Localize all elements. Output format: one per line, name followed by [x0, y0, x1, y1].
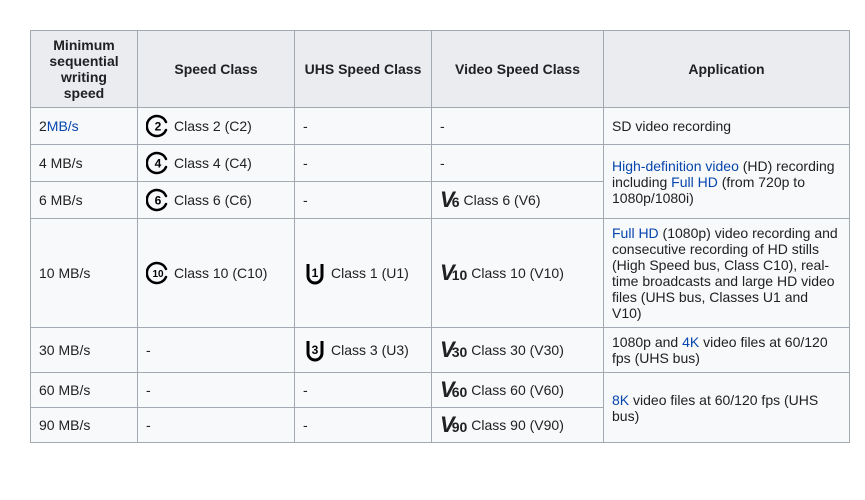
speed-class-table: Minimum sequential writing speed Speed C…	[30, 30, 850, 443]
cell-speed-class: -	[138, 373, 295, 408]
cell-video: V6 Class 6 (V6)	[432, 182, 604, 219]
v6-icon: V6	[440, 189, 459, 211]
u1-icon: 1	[303, 261, 327, 285]
cell-video: V10 Class 10 (V10)	[432, 219, 604, 328]
table-row: 4 MB/s 4 Class 4 (C4) - - High-definitio…	[31, 145, 850, 182]
header-min-speed: Minimum sequential writing speed	[31, 31, 138, 108]
cell-min-speed: 2MB/s	[31, 108, 138, 145]
speed-unit: MB/s	[47, 192, 83, 208]
v60-icon: V60	[440, 379, 467, 401]
class-label: Class 6 (V6)	[463, 192, 540, 208]
cell-min-speed: 4 MB/s	[31, 145, 138, 182]
speed-unit: MB/s	[55, 265, 91, 281]
class-label: Class 4 (C4)	[174, 155, 252, 171]
class-label: Class 2 (C2)	[174, 118, 252, 134]
cell-video: -	[432, 108, 604, 145]
header-speed-class: Speed Class	[138, 31, 295, 108]
8k-link[interactable]: 8K	[612, 392, 629, 408]
cell-video: V30 Class 30 (V30)	[432, 328, 604, 373]
svg-text:10: 10	[152, 269, 164, 280]
table-row: 2MB/s 2 Class 2 (C2) - - SD video record…	[31, 108, 850, 145]
cell-application: High-definition video (HD) recording inc…	[604, 145, 850, 219]
svg-text:1: 1	[312, 266, 319, 280]
class-label: Class 30 (V30)	[471, 342, 564, 358]
header-uhs-class: UHS Speed Class	[295, 31, 432, 108]
speed-value: 4	[39, 155, 47, 171]
cell-min-speed: 30 MB/s	[31, 328, 138, 373]
table-row: 10 MB/s 10 Class 10 (C10) 1 Class 1 (U1)	[31, 219, 850, 328]
class-label: Class 1 (U1)	[331, 265, 409, 281]
class-label: Class 6 (C6)	[174, 192, 252, 208]
cell-speed-class: -	[138, 408, 295, 443]
class-label: Class 90 (V90)	[471, 417, 564, 433]
u3-icon: 3	[303, 338, 327, 362]
class-10-icon: 10	[146, 261, 170, 285]
svg-text:6: 6	[155, 194, 162, 208]
v30-icon: V30	[440, 339, 467, 361]
cell-min-speed: 10 MB/s	[31, 219, 138, 328]
v10-icon: V10	[440, 262, 467, 284]
hd-video-link[interactable]: High-definition video	[612, 158, 739, 174]
cell-min-speed: 6 MB/s	[31, 182, 138, 219]
cell-speed-class: -	[138, 328, 295, 373]
speed-value: 60	[39, 382, 55, 398]
class-label: Class 10 (C10)	[174, 265, 267, 281]
cell-uhs: -	[295, 408, 432, 443]
speed-value: 90	[39, 417, 55, 433]
class-6-icon: 6	[146, 188, 170, 212]
mbs-link[interactable]: MB/s	[47, 118, 79, 134]
speed-unit: MB/s	[55, 417, 91, 433]
cell-application: SD video recording	[604, 108, 850, 145]
class-label: Class 60 (V60)	[471, 382, 564, 398]
class-2-icon: 2	[146, 114, 170, 138]
cell-uhs: -	[295, 108, 432, 145]
svg-text:3: 3	[312, 343, 319, 357]
cell-uhs: -	[295, 182, 432, 219]
speed-value: 30	[39, 342, 55, 358]
cell-speed-class: 2 Class 2 (C2)	[138, 108, 295, 145]
table-row: 30 MB/s - 3 Class 3 (U3) V30 Class 30 (V…	[31, 328, 850, 373]
speed-unit: MB/s	[47, 155, 83, 171]
cell-uhs: -	[295, 373, 432, 408]
cell-uhs: -	[295, 145, 432, 182]
4k-link[interactable]: 4K	[682, 334, 699, 350]
class-4-icon: 4	[146, 151, 170, 175]
cell-video: V60 Class 60 (V60)	[432, 373, 604, 408]
svg-text:4: 4	[155, 157, 162, 171]
cell-speed-class: 6 Class 6 (C6)	[138, 182, 295, 219]
cell-uhs: 3 Class 3 (U3)	[295, 328, 432, 373]
cell-application: 1080p and 4K video files at 60/120 fps (…	[604, 328, 850, 373]
cell-min-speed: 60 MB/s	[31, 373, 138, 408]
speed-unit: MB/s	[55, 382, 91, 398]
speed-value: 10	[39, 265, 55, 281]
cell-min-speed: 90 MB/s	[31, 408, 138, 443]
speed-unit: MB/s	[55, 342, 91, 358]
cell-application: 8K video files at 60/120 fps (UHS bus)	[604, 373, 850, 443]
v90-icon: V90	[440, 414, 467, 436]
table-row: 60 MB/s - - V60 Class 60 (V60) 8K video …	[31, 373, 850, 408]
cell-speed-class: 4 Class 4 (C4)	[138, 145, 295, 182]
speed-value: 6	[39, 192, 47, 208]
class-label: Class 10 (V10)	[471, 265, 564, 281]
header-application: Application	[604, 31, 850, 108]
cell-uhs: 1 Class 1 (U1)	[295, 219, 432, 328]
speed-value: 2	[39, 118, 47, 134]
header-video-class: Video Speed Class	[432, 31, 604, 108]
cell-video: V90 Class 90 (V90)	[432, 408, 604, 443]
full-hd-link[interactable]: Full HD	[612, 225, 659, 241]
cell-speed-class: 10 Class 10 (C10)	[138, 219, 295, 328]
class-label: Class 3 (U3)	[331, 342, 409, 358]
svg-text:2: 2	[155, 120, 162, 134]
cell-video: -	[432, 145, 604, 182]
cell-application: Full HD (1080p) video recording and cons…	[604, 219, 850, 328]
full-hd-link[interactable]: Full HD	[671, 174, 718, 190]
